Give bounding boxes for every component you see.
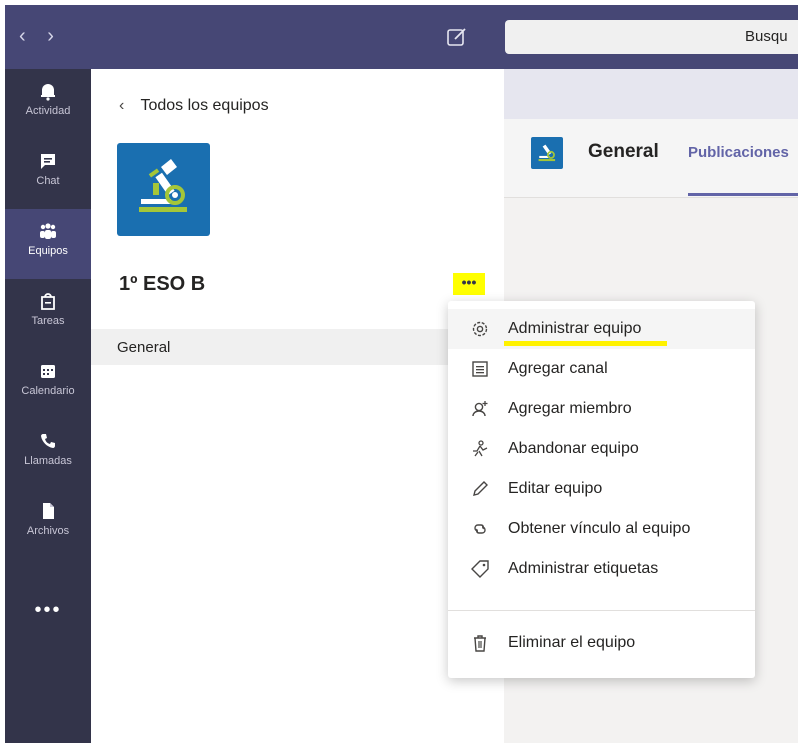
menu-item-label: Obtener vínculo al equipo — [508, 520, 691, 537]
team-more-options-button[interactable]: ••• — [453, 273, 485, 295]
channel-title: General — [588, 141, 659, 162]
rail-item-equipos[interactable]: Equipos — [5, 209, 91, 279]
menu-item-label: Abandonar equipo — [508, 440, 639, 457]
assignments-icon — [41, 293, 55, 310]
rail-item-actividad[interactable]: Actividad — [5, 69, 91, 139]
gear-icon — [472, 321, 488, 337]
rail-label: Equipos — [28, 245, 68, 257]
app-rail: Actividad Chat Equipos Tareas Calendario… — [5, 69, 91, 743]
team-name: 1º ESO B — [119, 273, 206, 295]
back-arrow-button[interactable]: ‹ — [19, 25, 26, 48]
teams-window: ‹ › Busqu Actividad Chat Equipos Tareas … — [5, 5, 798, 743]
trash-icon — [474, 635, 486, 652]
rail-item-tareas[interactable]: Tareas — [5, 279, 91, 349]
all-teams-label: Todos los equipos — [140, 97, 269, 114]
channel-label: General — [117, 339, 171, 356]
calendar-icon — [41, 365, 55, 378]
menu-item-label: Eliminar el equipo — [508, 634, 636, 651]
menu-divider — [448, 610, 755, 611]
chat-icon — [41, 154, 55, 169]
forward-arrow-button[interactable]: › — [47, 25, 54, 48]
rail-label: Calendario — [21, 385, 75, 397]
search-input[interactable]: Busqu — [505, 20, 798, 54]
team-options-menu: Administrar equipo Agregar canal Agregar… — [448, 301, 755, 678]
rail-label: Archivos — [26, 525, 70, 537]
teams-icon — [40, 223, 56, 239]
menu-item-label: Administrar equipo — [508, 320, 642, 337]
menu-item-abandonar-equipo[interactable]: Abandonar equipo — [448, 429, 755, 469]
more-apps-button[interactable]: ••• — [5, 599, 91, 622]
link-icon — [474, 524, 486, 534]
highlight-marker — [504, 341, 667, 346]
bell-icon — [41, 84, 55, 101]
menu-item-eliminar-equipo[interactable]: Eliminar el equipo — [448, 623, 755, 663]
tab-publicaciones[interactable]: Publicaciones — [688, 144, 789, 161]
microscope-icon — [139, 159, 187, 212]
menu-item-label: Editar equipo — [508, 480, 603, 497]
pencil-icon — [473, 481, 488, 496]
compose-icon[interactable] — [445, 25, 469, 49]
phone-icon — [41, 434, 55, 448]
channel-team-avatar — [531, 137, 563, 169]
files-icon — [43, 503, 54, 519]
rail-label: Chat — [36, 175, 60, 187]
channel-item-general[interactable]: General — [91, 329, 504, 365]
menu-item-obtener-vinculo[interactable]: Obtener vínculo al equipo — [448, 509, 755, 549]
microscope-icon — [538, 144, 556, 162]
add-member-icon — [472, 401, 488, 417]
rail-item-chat[interactable]: Chat — [5, 139, 91, 209]
team-avatar[interactable] — [117, 143, 210, 236]
rail-label: Llamadas — [24, 455, 72, 467]
rail-item-llamadas[interactable]: Llamadas — [5, 419, 91, 489]
leave-icon — [473, 440, 488, 457]
channel-top-band — [504, 69, 798, 119]
rail-label: Tareas — [31, 315, 65, 327]
channel-header: General Publicaciones — [504, 119, 798, 198]
menu-item-editar-equipo[interactable]: Editar equipo — [448, 469, 755, 509]
menu-item-label: Agregar miembro — [508, 400, 632, 417]
rail-label: Actividad — [25, 105, 71, 117]
rail-item-calendario[interactable]: Calendario — [5, 349, 91, 419]
team-panel: ‹ Todos los equipos 1º ESO B ••• General — [91, 69, 504, 743]
active-tab-indicator — [688, 193, 798, 196]
all-teams-link[interactable]: ‹ Todos los equipos — [119, 97, 269, 115]
menu-item-agregar-miembro[interactable]: Agregar miembro — [448, 389, 755, 429]
menu-item-label: Agregar canal — [508, 360, 608, 377]
search-placeholder: Busqu — [745, 28, 788, 45]
nav-arrows: ‹ › — [19, 25, 70, 48]
chevron-left-icon: ‹ — [119, 97, 125, 114]
top-bar: ‹ › Busqu — [5, 5, 798, 69]
tag-icon — [471, 560, 489, 578]
rail-item-archivos[interactable]: Archivos — [5, 489, 91, 559]
menu-item-administrar-etiquetas[interactable]: Administrar etiquetas — [448, 549, 755, 589]
add-channel-icon — [472, 361, 488, 377]
menu-item-label: Administrar etiquetas — [508, 560, 659, 577]
menu-item-agregar-canal[interactable]: Agregar canal — [448, 349, 755, 389]
